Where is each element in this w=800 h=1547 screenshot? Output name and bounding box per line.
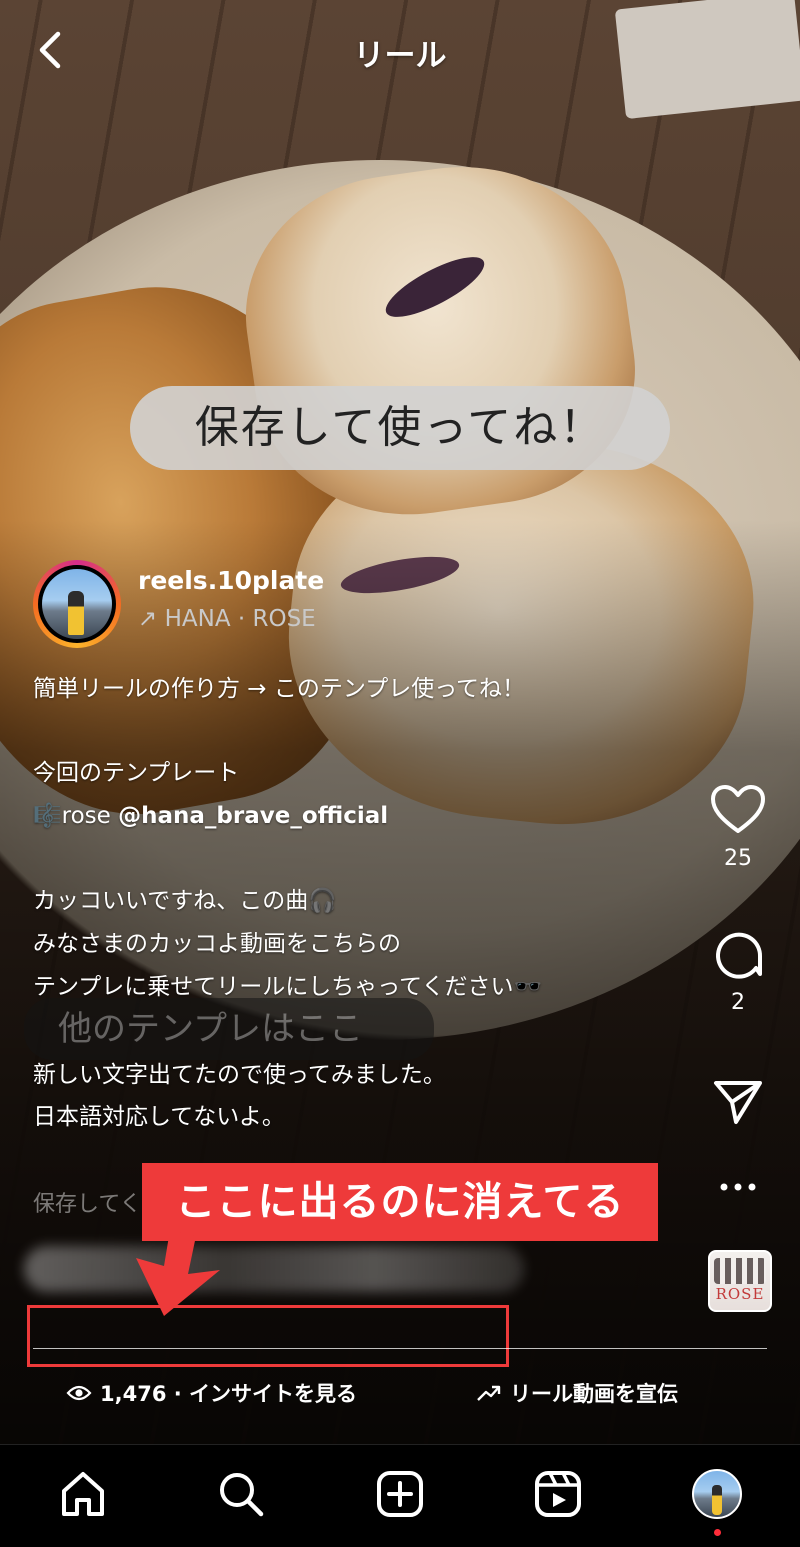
notification-dot xyxy=(714,1529,721,1536)
author-username[interactable]: reels.10plate xyxy=(138,566,324,595)
audio-album-art[interactable]: ROSE xyxy=(708,1250,772,1312)
template-sticker: 他のテンプレはここ xyxy=(24,998,434,1060)
promote-reel-button[interactable]: リール動画を宣伝 xyxy=(476,1378,678,1408)
comment-button[interactable]: 2 xyxy=(708,928,768,1015)
reels-icon[interactable] xyxy=(533,1469,583,1519)
audio-arrow-icon: ↗ xyxy=(138,606,158,632)
bottom-navigation xyxy=(0,1444,800,1547)
home-icon[interactable] xyxy=(58,1469,108,1519)
caption-text: 🎼rose xyxy=(33,803,119,829)
audio-track-label: HANA · ROSE xyxy=(164,606,316,632)
faded-caption-text: 保存してく xyxy=(33,1192,142,1217)
heart-icon xyxy=(711,785,765,833)
create-icon[interactable] xyxy=(375,1469,425,1519)
like-count: 25 xyxy=(724,846,752,871)
comment-count: 2 xyxy=(731,990,745,1015)
caption-line: テンプレに乗せてリールにしちゃってください🕶️ xyxy=(33,974,543,1000)
album-label: ROSE xyxy=(715,1285,765,1303)
album-photo xyxy=(714,1258,766,1284)
caption-line: 日本語対応してないよ。 xyxy=(33,1104,285,1130)
eye-icon xyxy=(66,1385,92,1401)
insights-link[interactable]: 1,476 · インサイトを見る xyxy=(66,1378,357,1408)
overlay-text-sticker: 保存して使ってね！ xyxy=(130,386,670,470)
caption-line: みなさまのカッコよ動画をこちらの xyxy=(33,931,401,957)
audio-track[interactable]: ↗ HANA · ROSE xyxy=(138,606,316,632)
caption-line: 新しい文字出てたので使ってみました。 xyxy=(33,1062,446,1088)
divider xyxy=(33,1348,767,1349)
search-icon[interactable] xyxy=(216,1469,266,1519)
promote-label: リール動画を宣伝 xyxy=(510,1382,678,1406)
comment-icon xyxy=(716,932,763,979)
caption-line: 簡単リールの作り方 → このテンプレ使ってね！ xyxy=(33,676,526,702)
like-button[interactable]: 25 xyxy=(708,784,768,871)
annotation-highlight-box xyxy=(27,1305,509,1367)
trending-arrow-icon xyxy=(477,1385,501,1401)
share-button[interactable] xyxy=(708,1078,768,1130)
profile-avatar[interactable] xyxy=(692,1469,742,1519)
views-insights-label: 1,476 · インサイトを見る xyxy=(100,1382,358,1406)
author-avatar[interactable] xyxy=(33,560,121,648)
send-icon xyxy=(714,1081,762,1124)
caption-line: カッコいいですね、この曲🎧 xyxy=(33,888,337,914)
page-title: リール xyxy=(353,38,447,74)
caption-line: 🎼rose @hana_brave_official xyxy=(33,802,733,830)
top-bar: リール xyxy=(0,0,800,100)
mention-link[interactable]: @hana_brave_official xyxy=(118,803,388,829)
more-options-icon[interactable] xyxy=(716,1172,760,1202)
blurred-content xyxy=(24,1246,524,1292)
caption-line: 今回のテンプレート xyxy=(33,760,240,786)
